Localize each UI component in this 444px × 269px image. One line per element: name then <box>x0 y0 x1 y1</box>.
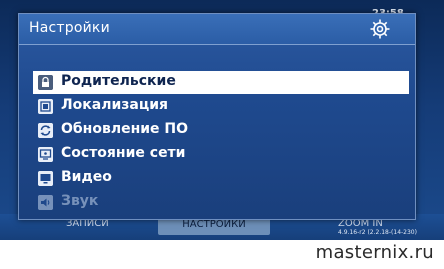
settings-dialog: Настройки Родительские Локализация Обнов… <box>18 13 416 220</box>
firmware-version: 4.9.16-r2 (2.2.18-(14-230) <box>338 229 417 236</box>
menu-item-label: Звук <box>61 193 99 209</box>
dialog-header: Настройки <box>19 14 415 45</box>
menu-item-sound[interactable]: Звук <box>33 191 409 214</box>
dialog-title: Настройки <box>29 20 110 36</box>
menu-item-localization[interactable]: Локализация <box>33 95 409 118</box>
network-icon <box>38 147 53 162</box>
menu-item-label: Состояние сети <box>61 145 186 161</box>
menu-item-network-status[interactable]: Состояние сети <box>33 143 409 166</box>
menu-item-video[interactable]: Видео <box>33 167 409 190</box>
menu-item-parental[interactable]: Родительские <box>33 71 409 94</box>
menu-item-label: Обновление ПО <box>61 121 189 137</box>
lock-icon <box>38 75 53 90</box>
monitor-icon <box>38 171 53 186</box>
settings-menu: Родительские Локализация Обновление ПО С… <box>33 71 409 215</box>
tv-screen: 23:58 ЗАПИСИ НАСТРОЙКИ ZOOM IN 4.9.16-r2… <box>0 0 444 240</box>
locale-icon <box>38 99 53 114</box>
menu-item-label: Родительские <box>61 73 176 89</box>
menu-item-software-update[interactable]: Обновление ПО <box>33 119 409 142</box>
speaker-icon <box>38 195 53 210</box>
menu-item-label: Видео <box>61 169 112 185</box>
refresh-icon <box>38 123 53 138</box>
gear-icon <box>370 19 390 39</box>
watermark-text: masternix.ru <box>315 242 434 263</box>
menu-item-label: Локализация <box>61 97 169 113</box>
